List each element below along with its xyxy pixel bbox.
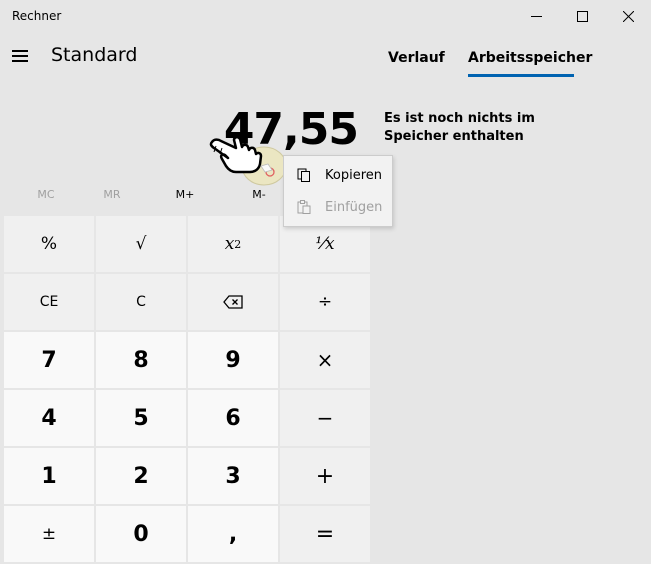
clear-entry-button[interactable]: CE [4,274,94,330]
paste-menu-item[interactable]: Einfügen [284,192,392,222]
digit-6-button[interactable]: 6 [188,390,278,446]
decimal-button[interactable]: , [188,506,278,562]
copy-menu-item[interactable]: Kopieren [284,160,392,190]
maximize-button[interactable] [559,0,605,32]
square-button[interactable]: x2 [188,216,278,272]
plus-button[interactable]: + [280,448,370,504]
close-icon [622,10,634,22]
maximize-icon [576,10,588,22]
multiply-button[interactable]: × [280,332,370,388]
digit-9-button[interactable]: 9 [188,332,278,388]
tab-memory[interactable]: Arbeitsspeicher [468,50,592,66]
hamburger-icon-line [12,60,28,62]
copy-icon [297,168,310,182]
context-menu: Kopieren Einfügen [283,155,393,227]
backspace-icon [223,295,243,309]
hand-cursor-icon [209,135,283,186]
mode-title: Standard [51,44,138,66]
clear-button[interactable]: C [96,274,186,330]
digit-4-button[interactable]: 4 [4,390,94,446]
negate-button[interactable]: ± [4,506,94,562]
title-bar: Rechner [0,0,651,32]
paste-icon [297,200,311,214]
close-button[interactable] [605,0,651,32]
minimize-button[interactable] [513,0,559,32]
digit-2-button[interactable]: 2 [96,448,186,504]
digit-5-button[interactable]: 5 [96,390,186,446]
digit-7-button[interactable]: 7 [4,332,94,388]
digit-1-button[interactable]: 1 [4,448,94,504]
backspace-button[interactable] [188,274,278,330]
digit-0-button[interactable]: 0 [96,506,186,562]
memory-empty-message: Es ist noch nichts im Speicher enthalten [384,111,535,144]
minus-button[interactable]: − [280,390,370,446]
sqrt-button[interactable]: √ [96,216,186,272]
hamburger-icon-line [12,55,28,57]
minimize-icon [530,15,542,17]
digit-8-button[interactable]: 8 [96,332,186,388]
menu-button[interactable] [12,50,30,64]
percent-button[interactable]: % [4,216,94,272]
paste-label: Einfügen [325,199,383,215]
copy-label: Kopieren [325,167,382,183]
divide-button[interactable]: ÷ [280,274,370,330]
tab-history[interactable]: Verlauf [388,50,445,66]
window-title: Rechner [12,9,62,23]
equals-button[interactable]: = [280,506,370,562]
hamburger-icon [12,50,28,52]
digit-3-button[interactable]: 3 [188,448,278,504]
square-exponent: 2 [234,237,242,251]
square-label: x [224,234,235,254]
active-tab-indicator [468,74,574,77]
